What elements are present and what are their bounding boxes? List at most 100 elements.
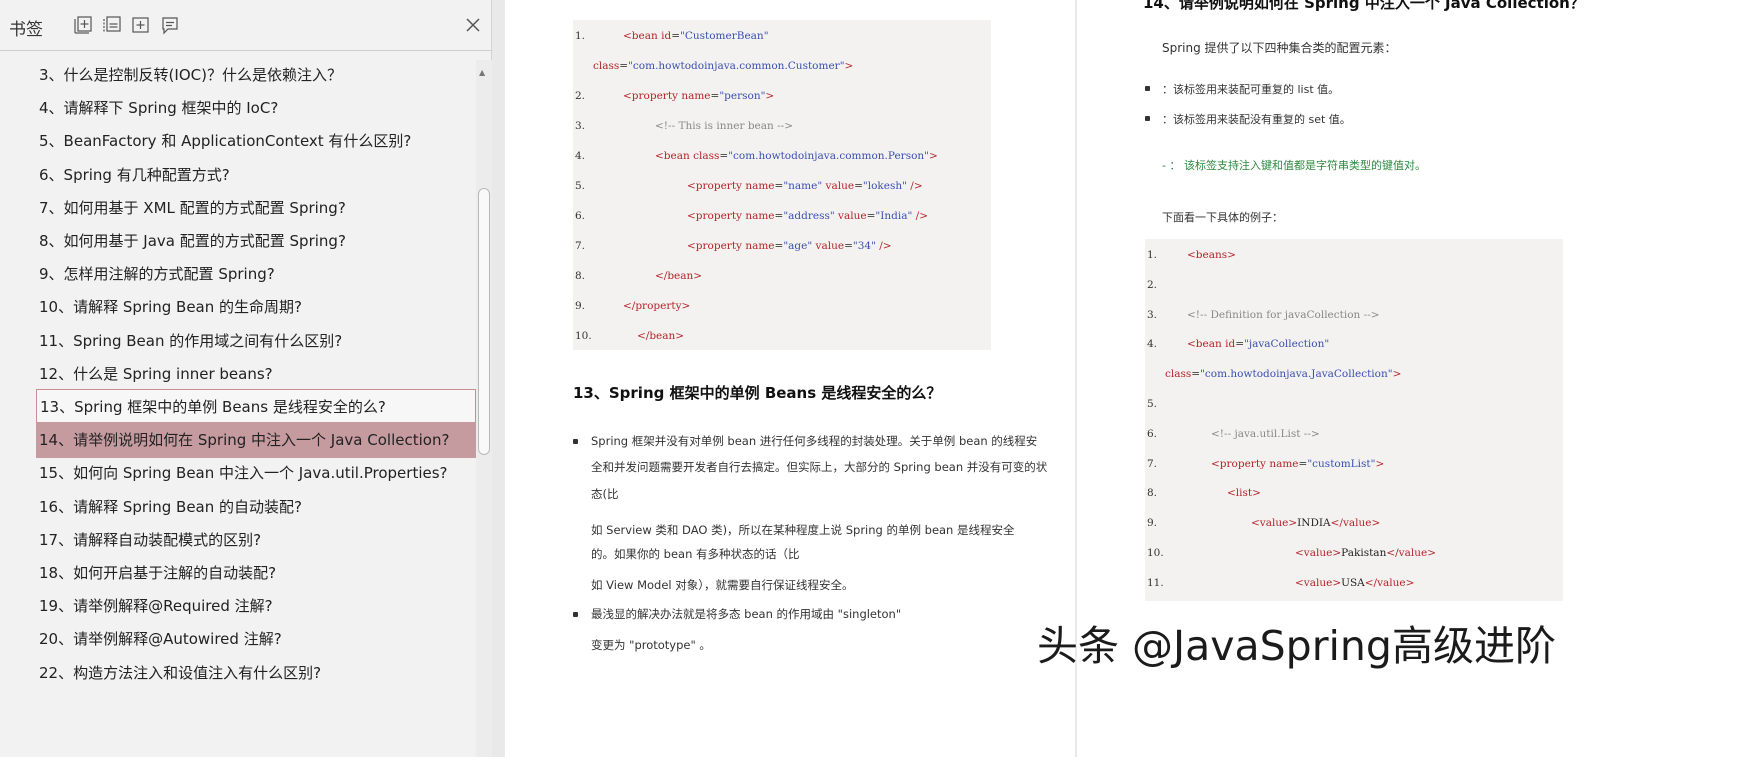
code-token: id xyxy=(661,30,672,42)
code-line: 10. <value>Pakistan</value> xyxy=(1147,547,1436,559)
set-bullet-text: ：该标签用来装配没有重复的 set 值。 xyxy=(1162,113,1351,126)
collapse-all-icon[interactable] xyxy=(102,15,122,35)
code-token: class xyxy=(693,150,720,162)
code-line: 10. </bean> xyxy=(575,330,684,342)
expand-all-icon[interactable] xyxy=(73,15,93,35)
code-line: 8. </bean> xyxy=(575,270,702,282)
scrollbar-thumb[interactable] xyxy=(478,188,490,455)
code-token: > xyxy=(765,90,775,102)
code-line-number: 3. xyxy=(575,120,586,132)
bookmark-item[interactable]: 13、Spring 框架中的单例 Beans 是线程安全的么? xyxy=(36,389,476,425)
code-line: 5. xyxy=(1147,398,1187,410)
code-line-number: 4. xyxy=(1147,338,1158,351)
bullet-marker xyxy=(1145,86,1150,91)
list-bullet-text: ：该标签用来装配可重复的 list 值。 xyxy=(1162,83,1340,96)
bookmark-item[interactable]: 18、如何开启基于注解的自动装配? xyxy=(36,555,476,591)
bookmark-item[interactable]: 22、构造方法注入和设值注入有什么区别? xyxy=(36,655,476,691)
bookmark-item[interactable]: 12、什么是 Spring inner beans? xyxy=(36,356,476,392)
bookmark-item[interactable]: 11、Spring Bean 的作用域之间有什么区别? xyxy=(36,323,476,359)
paragraph-line: Spring 框架并没有对单例 bean 进行任何多线程的封装处理。关于单例 b… xyxy=(591,434,1038,448)
code-token: <property xyxy=(1211,457,1270,470)
code-token: "name" xyxy=(783,180,823,192)
bookmark-scrollbar[interactable]: ▲ xyxy=(476,60,492,757)
bullet-marker xyxy=(573,439,578,444)
code-line-number: 7. xyxy=(575,240,586,252)
bookmark-item[interactable]: 7、如何用基于 XML 配置的方式配置 Spring? xyxy=(36,190,476,226)
bullet-marker xyxy=(573,612,578,617)
code-line-number: 10. xyxy=(1147,547,1164,559)
code-line-number: 6. xyxy=(575,210,586,222)
bookmark-panel-header: 书签 xyxy=(0,0,492,51)
code-token: "34" xyxy=(852,240,876,252)
code-line-number: 1. xyxy=(1147,249,1158,261)
bookmark-panel: 书签 3、什么是控制反转(IOC)？什么是依赖注入？ 4、请解释下 Spring … xyxy=(0,0,492,757)
code-token: class xyxy=(1165,368,1192,381)
code-block-inner-bean: 1. <bean id="CustomerBean" class="com.howt… xyxy=(573,20,991,350)
code-token: "javaCollection" xyxy=(1244,338,1330,351)
code-token: value xyxy=(822,180,855,192)
code-token: /> xyxy=(875,240,892,252)
code-line: 4. <bean class="com.howtodoinjava.common.… xyxy=(575,150,938,162)
code-token: = xyxy=(774,210,784,222)
code-line: class="com.howtodoinjava.common.Customer… xyxy=(575,60,853,72)
code-token: </value> xyxy=(1330,517,1381,530)
code-block-java-collection: 1. <beans> 2. 3. <!-- Definition for javaCol… xyxy=(1145,239,1563,601)
section-heading-14: 14、请举例说明如何在 Spring 中注入一个 Java Collection… xyxy=(1143,0,1585,12)
bookmark-item[interactable]: 10、请解释 Spring Bean 的生命周期? xyxy=(36,289,476,325)
code-line-number: 6. xyxy=(1147,427,1158,440)
code-token: "person" xyxy=(719,90,766,102)
code-line: 3. <!-- Definition for javaCollection --> xyxy=(1147,309,1380,321)
paragraph-line: 的。如果你的 bean 有多种状态的话（比 xyxy=(591,547,800,561)
code-token: = xyxy=(1235,338,1244,351)
watermark-text: 头条 @JavaSpring高级进阶 xyxy=(1037,622,1556,670)
code-token: <value> xyxy=(1295,547,1342,559)
code-line: 6. <!-- java.util.List --> xyxy=(1147,428,1320,440)
code-token: USA xyxy=(1341,576,1365,589)
code-token: </value> xyxy=(1386,547,1437,559)
bookmark-panel-title: 书签 xyxy=(9,20,43,40)
close-icon[interactable] xyxy=(463,15,483,35)
code-token: <bean xyxy=(623,30,662,42)
bookmark-item[interactable]: 19、请举例解释@Required 注解? xyxy=(36,588,476,624)
bookmark-item[interactable]: 8、如何用基于 Java 配置的方式配置 Spring? xyxy=(36,223,476,259)
document-page-left: 1. <bean id="CustomerBean" class="com.howt… xyxy=(505,0,1075,757)
bookmark-item[interactable]: 5、BeanFactory 和 ApplicationContext 有什么区别… xyxy=(36,123,476,159)
code-line: 7. <property name="age" value="34" /> xyxy=(575,240,892,252)
code-line-number: 7. xyxy=(1147,457,1158,470)
paragraph-line: 变更为 "prototype" 。 xyxy=(591,638,711,652)
code-token: <bean xyxy=(655,150,694,162)
edit-bookmark-icon[interactable] xyxy=(160,15,180,35)
bookmark-item[interactable]: 3、什么是控制反转(IOC)？什么是依赖注入？ xyxy=(36,60,476,93)
map-bullet-text: - ： 该标签支持注入键和值都是字符串类型的键值对。 xyxy=(1162,159,1426,172)
bookmark-item[interactable]: 15、如何向 Spring Bean 中注入一个 Java.util.Prope… xyxy=(36,455,476,491)
code-token: <value> xyxy=(1295,576,1342,589)
code-token: <property xyxy=(623,90,682,102)
code-token: "lokesh" xyxy=(862,180,907,192)
code-line-number: 11. xyxy=(1147,576,1164,589)
bookmark-item[interactable]: 6、Spring 有几种配置方式? xyxy=(36,157,476,193)
code-line-number: 10. xyxy=(575,330,592,342)
code-token: <value> xyxy=(1251,517,1298,530)
bookmark-item[interactable]: 9、怎样用注解的方式配置 Spring? xyxy=(36,256,476,292)
code-token: > xyxy=(1392,368,1402,381)
bookmark-item[interactable]: 20、请举例解释@Autowired 注解? xyxy=(36,621,476,657)
code-line: 11. <value>USA</value> xyxy=(1147,577,1414,589)
code-token: value xyxy=(834,210,867,222)
scroll-up-icon[interactable]: ▲ xyxy=(479,68,485,77)
code-line: 2. <property name="person"> xyxy=(575,90,774,102)
code-token: </value> xyxy=(1364,576,1415,589)
code-token: class xyxy=(593,60,620,72)
example-intro: 下面看一下具体的例子： xyxy=(1162,211,1283,224)
add-bookmark-icon[interactable] xyxy=(131,15,151,35)
bookmark-item[interactable]: 4、请解释下 Spring 框架中的 IoC? xyxy=(36,90,476,126)
code-token: "com.howtodoinjava.common.Person" xyxy=(728,150,929,162)
code-token: <property xyxy=(687,240,746,252)
bookmark-item[interactable]: 17、请解释自动装配模式的区别? xyxy=(36,522,476,558)
bookmark-item[interactable]: 14、请举例说明如何在 Spring 中注入一个 Java Collection… xyxy=(36,422,476,459)
code-line: 3. <!-- This is inner bean --> xyxy=(575,120,793,132)
code-token: id xyxy=(1225,338,1236,351)
bookmark-list: 3、什么是控制反转(IOC)？什么是依赖注入？ 4、请解释下 Spring 框架中… xyxy=(0,60,478,757)
bookmark-item[interactable]: 16、请解释 Spring Bean 的自动装配? xyxy=(36,489,476,525)
code-line-number: 1. xyxy=(575,30,586,42)
code-token: = xyxy=(719,150,729,162)
